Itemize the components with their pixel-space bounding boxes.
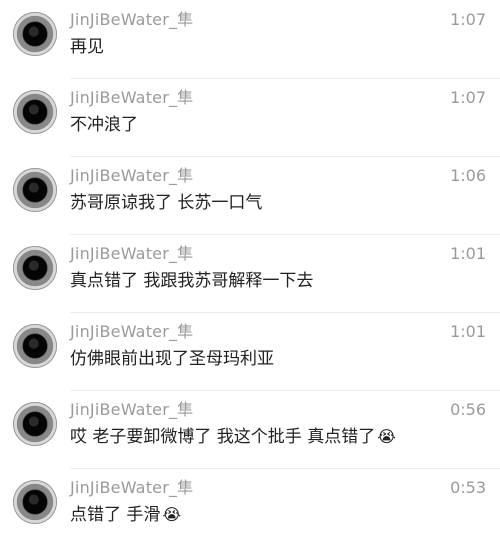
comment-text: 不冲浪了 xyxy=(70,115,138,135)
username[interactable]: JinJiBeWater_隼 xyxy=(70,89,193,107)
comment-text-content: 哎 老子要卸微博了 我这个批手 真点错了 xyxy=(70,427,376,447)
comment-text-content: 再见 xyxy=(70,37,104,57)
comment-text: 苏哥原谅我了 长苏一口气 xyxy=(70,193,262,213)
list-item[interactable]: JinJiBeWater_隼 0:56 哎 老子要卸微博了 我这个批手 真点错了… xyxy=(0,390,500,468)
username[interactable]: JinJiBeWater_隼 xyxy=(70,323,193,341)
comment-list: JinJiBeWater_隼 1:07 再见 JinJiBeWater_隼 1:… xyxy=(0,0,500,546)
username[interactable]: JinJiBeWater_隼 xyxy=(70,401,193,419)
timestamp: 1:01 xyxy=(450,244,486,263)
list-item[interactable]: JinJiBeWater_隼 1:01 仿佛眼前出现了圣母玛利亚 xyxy=(0,312,500,390)
avatar[interactable] xyxy=(13,168,57,212)
list-item[interactable]: JinJiBeWater_隼 1:06 苏哥原谅我了 长苏一口气 xyxy=(0,156,500,234)
list-item[interactable]: JinJiBeWater_隼 1:07 不冲浪了 xyxy=(0,78,500,156)
timestamp: 1:06 xyxy=(450,166,486,185)
crying-emoji-icon: 😭 xyxy=(377,427,396,446)
list-item[interactable]: JinJiBeWater_隼 1:07 再见 xyxy=(0,0,500,78)
avatar[interactable] xyxy=(13,246,57,290)
comment-text-content: 真点错了 我跟我苏哥解释一下去 xyxy=(70,271,314,291)
comment-text: 点错了 手滑 😭 xyxy=(70,505,181,525)
avatar[interactable] xyxy=(13,480,57,524)
avatar[interactable] xyxy=(13,90,57,134)
comment-text: 再见 xyxy=(70,37,104,57)
comment-text-content: 不冲浪了 xyxy=(70,115,138,135)
comment-text: 真点错了 我跟我苏哥解释一下去 xyxy=(70,271,313,291)
comment-text-content: 点错了 手滑 xyxy=(70,505,161,525)
username[interactable]: JinJiBeWater_隼 xyxy=(70,167,193,185)
crying-emoji-icon: 😭 xyxy=(162,505,182,524)
list-item[interactable]: JinJiBeWater_隼 0:53 点错了 手滑 😭 xyxy=(0,468,500,546)
comment-text-content: 苏哥原谅我了 长苏一口气 xyxy=(70,193,263,213)
avatar[interactable] xyxy=(13,402,57,446)
timestamp: 0:53 xyxy=(450,478,486,497)
username[interactable]: JinJiBeWater_隼 xyxy=(70,479,193,497)
username[interactable]: JinJiBeWater_隼 xyxy=(70,11,193,29)
timestamp: 1:01 xyxy=(450,322,486,341)
timestamp: 0:56 xyxy=(450,400,486,419)
username[interactable]: JinJiBeWater_隼 xyxy=(70,245,193,263)
avatar[interactable] xyxy=(13,324,57,368)
avatar[interactable] xyxy=(13,12,57,56)
comment-text: 仿佛眼前出现了圣母玛利亚 xyxy=(70,349,274,369)
comment-text-content: 仿佛眼前出现了圣母玛利亚 xyxy=(70,349,274,369)
timestamp: 1:07 xyxy=(450,88,486,107)
timestamp: 1:07 xyxy=(450,10,486,29)
comment-text: 哎 老子要卸微博了 我这个批手 真点错了 😭 xyxy=(70,427,396,447)
list-item[interactable]: JinJiBeWater_隼 1:01 真点错了 我跟我苏哥解释一下去 xyxy=(0,234,500,312)
